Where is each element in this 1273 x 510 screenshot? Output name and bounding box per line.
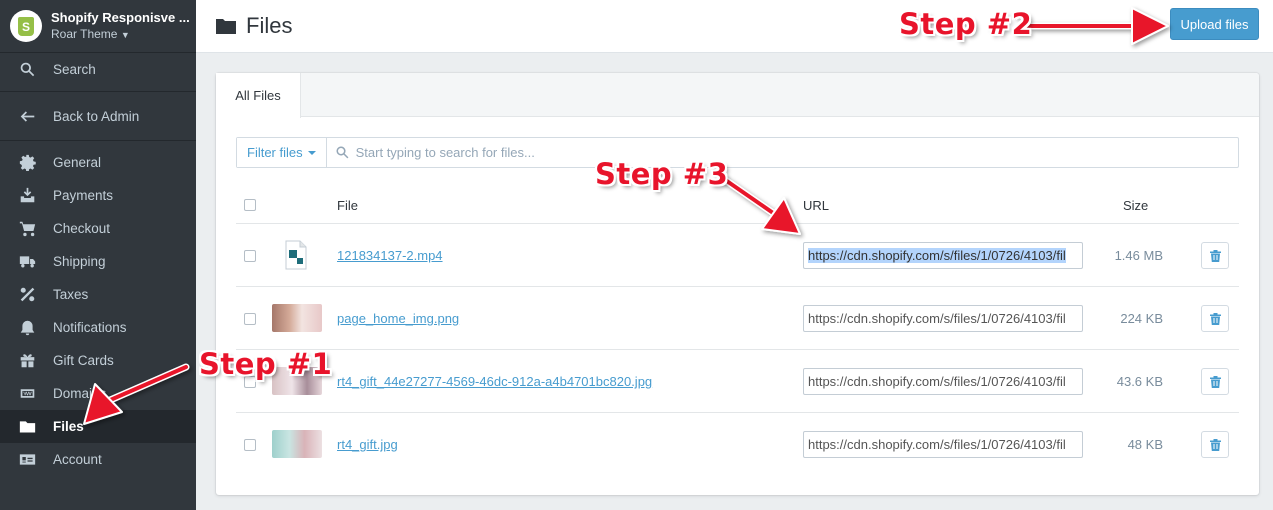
row-checkbox[interactable] — [244, 250, 256, 262]
table-row: rt4_gift.jpg https://cdn.shopify.com/s/f… — [236, 413, 1239, 476]
row-checkbox[interactable] — [244, 439, 256, 451]
upload-files-button[interactable]: Upload files — [1170, 8, 1259, 40]
search-icon — [17, 60, 37, 80]
arrow-left-icon — [17, 106, 37, 126]
url-value: https://cdn.shopify.com/s/files/1/0726/4… — [808, 248, 1066, 263]
filter-bar: Filter files — [236, 137, 1239, 168]
sidebar-item-label: Checkout — [53, 221, 111, 236]
delete-button[interactable] — [1201, 368, 1229, 395]
gear-icon — [17, 153, 37, 173]
trash-icon — [1209, 375, 1221, 388]
search-icon — [336, 146, 349, 159]
url-value: https://cdn.shopify.com/s/files/1/0726/4… — [808, 437, 1066, 452]
sidebar-item-label: Account — [53, 452, 102, 467]
sidebar-item-label: General — [53, 155, 102, 170]
table-row: 121834137-2.mp4 https://cdn.shopify.com/… — [236, 224, 1239, 287]
file-size: 1.46 MB — [1114, 248, 1163, 263]
file-thumbnail — [272, 430, 322, 458]
step-2-label: Step #2 — [899, 7, 1033, 41]
trash-icon — [1209, 249, 1221, 262]
table-row: page_home_img.png https://cdn.shopify.co… — [236, 287, 1239, 350]
select-all-checkbox[interactable] — [244, 199, 256, 211]
file-thumbnail — [272, 304, 322, 332]
url-field[interactable]: https://cdn.shopify.com/s/files/1/0726/4… — [803, 305, 1083, 332]
store-name: Shopify Responisve ... — [51, 10, 190, 26]
sidebar-item-search[interactable]: Search — [0, 53, 196, 86]
tab-bar: All Files — [216, 73, 1259, 118]
delete-button[interactable] — [1201, 242, 1229, 269]
sidebar-item-files[interactable]: Files — [0, 410, 196, 443]
tab-all-files[interactable]: All Files — [216, 73, 301, 118]
row-checkbox[interactable] — [244, 313, 256, 325]
column-file: File — [337, 198, 358, 213]
files-card: All Files Filter files File URL Size 121… — [216, 73, 1259, 495]
payments-icon — [17, 186, 37, 206]
sidebar-item-label: Search — [53, 62, 96, 77]
filter-label: Filter files — [247, 145, 303, 160]
url-field[interactable]: https://cdn.shopify.com/s/files/1/0726/4… — [803, 242, 1083, 269]
url-value: https://cdn.shopify.com/s/files/1/0726/4… — [808, 311, 1066, 326]
sidebar-item-gift-cards[interactable]: Gift Cards — [0, 344, 196, 377]
percent-icon — [17, 285, 37, 305]
folder-icon — [216, 19, 236, 34]
gift-icon — [17, 351, 37, 371]
file-link[interactable]: page_home_img.png — [337, 311, 459, 326]
sidebar-item-label: Notifications — [53, 320, 127, 335]
theme-name[interactable]: Roar Theme ▼ — [51, 27, 190, 42]
store-switcher[interactable]: Shopify Responisve ... Roar Theme ▼ — [0, 0, 196, 53]
bell-icon — [17, 318, 37, 338]
file-size: 43.6 KB — [1116, 374, 1163, 389]
www-icon — [17, 384, 37, 404]
page-title: Files — [246, 13, 293, 38]
step-3-label: Step #3 — [595, 157, 729, 191]
sidebar-item-taxes[interactable]: Taxes — [0, 278, 196, 311]
sidebar-item-label: Gift Cards — [53, 353, 114, 368]
sidebar-item-domains[interactable]: Domains — [0, 377, 196, 410]
url-field[interactable]: https://cdn.shopify.com/s/files/1/0726/4… — [803, 368, 1083, 395]
delete-button[interactable] — [1201, 431, 1229, 458]
sidebar-item-label: Domains — [53, 386, 107, 401]
table-row: rt4_gift_44e27277-4569-46dc-912a-a4b4701… — [236, 350, 1239, 413]
chevron-down-icon: ▼ — [120, 29, 130, 40]
file-size: 224 KB — [1120, 311, 1163, 326]
file-link[interactable]: rt4_gift.jpg — [337, 437, 398, 452]
caret-down-icon — [307, 150, 316, 155]
sidebar-item-notifications[interactable]: Notifications — [0, 311, 196, 344]
trash-icon — [1209, 438, 1221, 451]
id-card-icon — [17, 450, 37, 470]
truck-icon — [17, 252, 37, 272]
sidebar-item-label: Files — [53, 419, 84, 434]
file-link[interactable]: rt4_gift_44e27277-4569-46dc-912a-a4b4701… — [337, 374, 652, 389]
delete-button[interactable] — [1201, 305, 1229, 332]
sidebar-item-account[interactable]: Account — [0, 443, 196, 476]
sidebar: Shopify Responisve ... Roar Theme ▼ Sear… — [0, 0, 196, 510]
cart-icon — [17, 219, 37, 239]
sidebar-item-label: Shipping — [53, 254, 106, 269]
theme-label: Roar Theme — [51, 26, 118, 41]
sidebar-item-label: Payments — [53, 188, 114, 203]
column-url: URL — [803, 198, 830, 213]
folder-icon — [17, 417, 37, 437]
column-size: Size — [1123, 198, 1149, 213]
step-1-label: Step #1 — [199, 347, 333, 381]
sidebar-item-shipping[interactable]: Shipping — [0, 245, 196, 278]
page-header: Files Upload files — [196, 0, 1273, 53]
file-icon — [285, 240, 307, 270]
sidebar-item-label: Taxes — [53, 287, 89, 302]
sidebar-item-checkout[interactable]: Checkout — [0, 212, 196, 245]
sidebar-item-label: Back to Admin — [53, 108, 140, 124]
trash-icon — [1209, 312, 1221, 325]
url-value: https://cdn.shopify.com/s/files/1/0726/4… — [808, 374, 1066, 389]
file-size: 48 KB — [1127, 437, 1163, 452]
sidebar-item-payments[interactable]: Payments — [0, 179, 196, 212]
url-field[interactable]: https://cdn.shopify.com/s/files/1/0726/4… — [803, 431, 1083, 458]
sidebar-item-back-to-admin[interactable]: Back to Admin — [0, 97, 196, 135]
file-link[interactable]: 121834137-2.mp4 — [337, 248, 443, 263]
shopify-logo-icon — [10, 10, 42, 42]
files-table: File URL Size 121834137-2.mp4 https://cd… — [236, 185, 1239, 476]
sidebar-item-general[interactable]: General — [0, 146, 196, 179]
table-header: File URL Size — [236, 185, 1239, 224]
filter-files-button[interactable]: Filter files — [237, 138, 327, 167]
